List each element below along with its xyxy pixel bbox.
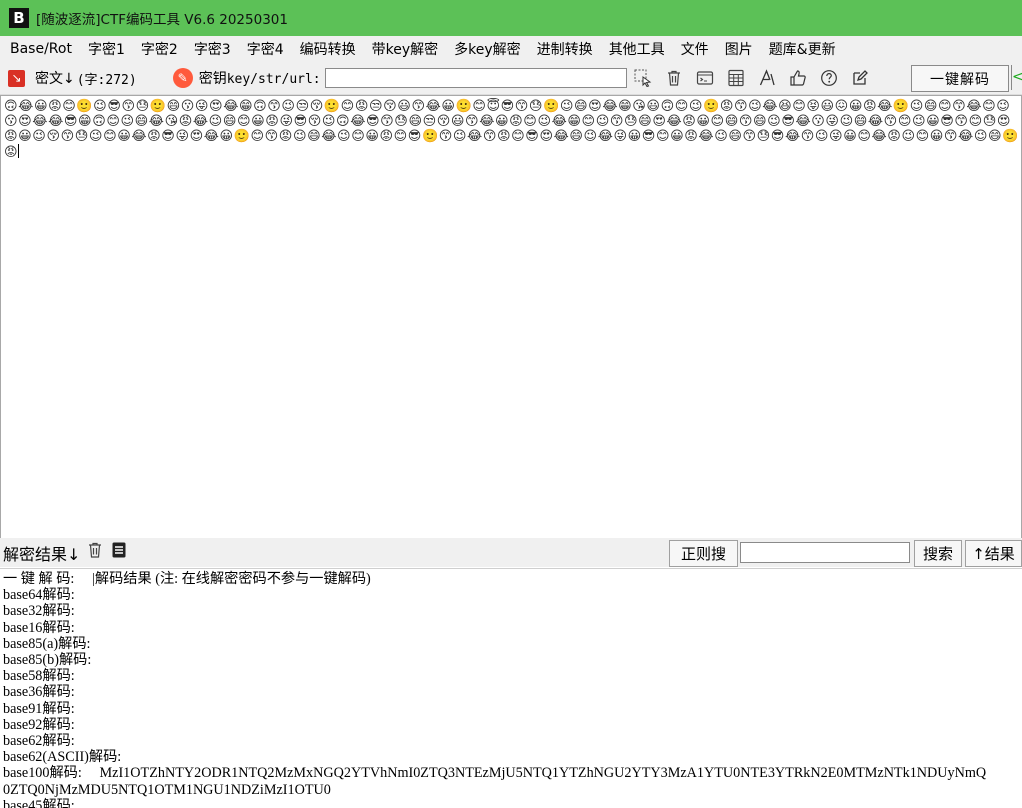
menu-zimi2[interactable]: 字密2 [133, 39, 186, 59]
text-caret [18, 144, 20, 158]
result-row-label: base91解码: [3, 700, 75, 717]
regex-search-button[interactable]: 正则搜 [669, 540, 738, 567]
key-input[interactable] [324, 68, 627, 88]
trash-icon[interactable] [86, 541, 104, 564]
toolbar: ↘ 密文↓ (字:272) ✎ 密钥key/str/url: 一键解码 < [0, 62, 1022, 95]
menu-image[interactable]: 图片 [717, 39, 761, 59]
menu-zimi4[interactable]: 字密4 [239, 39, 292, 59]
result-row: 0ZTQ0NjMzMDU5NTQ1OTM1NGU1NDZiMzI1OTU0 [3, 782, 1022, 798]
edit-icon[interactable] [850, 68, 870, 88]
expand-arrow-button[interactable]: < [1011, 65, 1022, 90]
result-row: base85(a)解码: [3, 636, 1022, 652]
result-row-label: base64解码: [3, 587, 75, 604]
result-row: base45解码: [3, 798, 1022, 808]
thumbs-up-icon[interactable] [788, 68, 808, 88]
notes-icon[interactable] [110, 541, 128, 564]
result-row-value: 0ZTQ0NjMzMDU5NTQ1OTM1NGU1NDZiMzI1OTU0 [3, 781, 331, 798]
result-row-label: base92解码: [3, 716, 75, 733]
result-row: base91解码: [3, 701, 1022, 717]
menu-questions-update[interactable]: 题库&更新 [761, 39, 844, 59]
search-button[interactable]: 搜索 [914, 540, 962, 567]
app-logo: B [9, 8, 29, 28]
result-row: base62解码: [3, 733, 1022, 749]
cipher-textarea[interactable]: 🙃😂😀😡😊🙂😉😎😙😓🙂😄😗😜😍😂😁🙃😙😉😒😚🙂😊😡😒😚😃😙😂😀🙂😊😇😎😙😓🙂😉😄… [0, 95, 1022, 540]
result-textarea[interactable]: 一 键 解 码: |解码结果 (注: 在线解密密码不参与一键解码) base64… [0, 568, 1022, 808]
search-input[interactable] [740, 542, 910, 563]
result-row: 一 键 解 码: |解码结果 (注: 在线解密密码不参与一键解码) [3, 571, 1022, 587]
menu-other-tools[interactable]: 其他工具 [601, 39, 673, 59]
char-count: (字:272) [76, 72, 137, 88]
result-row-label: base45解码: [3, 797, 75, 808]
result-bar: 解密结果↓ 正则搜 搜索 ↑结果 [0, 538, 1022, 567]
key-eraser-icon[interactable]: ✎ [172, 68, 193, 88]
menu-zimi1[interactable]: 字密1 [80, 39, 133, 59]
result-row-label: base32解码: [3, 603, 75, 620]
result-row-label: base100解码: [3, 765, 82, 782]
menu-key-decrypt[interactable]: 带key解密 [364, 39, 447, 59]
result-row: base64解码: [3, 587, 1022, 603]
menu-multikey-decrypt[interactable]: 多key解密 [446, 39, 529, 59]
result-lines: 一 键 解 码: |解码结果 (注: 在线解密密码不参与一键解码) base64… [3, 571, 1022, 808]
result-row: base32解码: [3, 603, 1022, 619]
menu-zimi3[interactable]: 字密3 [186, 39, 239, 59]
terminal-icon[interactable] [695, 68, 715, 88]
result-row-label: base58解码: [3, 668, 75, 685]
one-key-decode-button[interactable]: 一键解码 [911, 65, 1009, 92]
result-label: 解密结果↓ [3, 544, 81, 564]
result-row-label: base62(ASCII)解码: [3, 749, 122, 766]
result-row-value: MzI1OTZhNTY2ODR1NTQ2MzMxNGQ2YTVhNmI0ZTQ3… [99, 765, 987, 782]
trash-icon[interactable] [664, 68, 684, 88]
result-row: base58解码: [3, 668, 1022, 684]
result-row: base100解码: MzI1OTZhNTY2ODR1NTQ2MzMxNGQ2Y… [3, 765, 1022, 781]
cipher-text: 🙃😂😀😡😊🙂😉😎😙😓🙂😄😗😜😍😂😁🙃😙😉😒😚🙂😊😡😒😚😃😙😂😀🙂😊😇😎😙😓🙂😉😄… [4, 99, 1019, 160]
result-row: base92解码: [3, 717, 1022, 733]
result-row-label: base85(b)解码: [3, 652, 92, 669]
result-row-label: base62解码: [3, 733, 75, 750]
result-row: base36解码: [3, 684, 1022, 700]
result-row-label: base16解码: [3, 619, 75, 636]
cipher-content: 🙃😂😀😡😊🙂😉😎😙😓🙂😄😗😜😍😂😁🙃😙😉😒😚🙂😊😡😒😚😃😙😂😀🙂😊😇😎😙😓🙂😉😄… [4, 99, 1019, 160]
key-label-en: key/str/url: [226, 72, 321, 87]
title-bar: B [随波逐流]CTF编码工具 V6.6 20250301 [0, 0, 1022, 36]
menu-bar: Base/Rot 字密1 字密2 字密3 字密4 编码转换 带key解密 多ke… [0, 36, 1022, 62]
menu-encoding-convert[interactable]: 编码转换 [292, 39, 364, 59]
menu-file[interactable]: 文件 [673, 39, 717, 59]
result-row-label: base36解码: [3, 684, 75, 701]
window-title: [随波逐流]CTF编码工具 V6.6 20250301 [36, 12, 288, 28]
cipher-label: 密文↓ [35, 71, 75, 87]
key-label: 密钥key/str/url: [199, 68, 321, 88]
key-label-cn: 密钥 [198, 71, 227, 87]
tool-icons [633, 68, 881, 88]
cursor-select-icon[interactable] [633, 68, 653, 88]
calculator-icon[interactable] [726, 68, 746, 88]
result-row-label: 一 键 解 码: [3, 571, 75, 587]
help-icon[interactable] [819, 68, 839, 88]
result-row-label: base85(a)解码: [3, 635, 91, 652]
menu-base-convert[interactable]: 进制转换 [529, 39, 601, 59]
result-row-value: |解码结果 (注: 在线解密密码不参与一键解码) [92, 571, 371, 587]
menu-base-rot[interactable]: Base/Rot [0, 41, 80, 57]
cipher-arrow-icon[interactable]: ↘ [8, 69, 25, 87]
font-icon[interactable] [757, 68, 777, 88]
result-row: base85(b)解码: [3, 652, 1022, 668]
up-result-button[interactable]: ↑结果 [965, 540, 1022, 567]
result-row: base16解码: [3, 620, 1022, 636]
result-row: base62(ASCII)解码: [3, 749, 1022, 765]
